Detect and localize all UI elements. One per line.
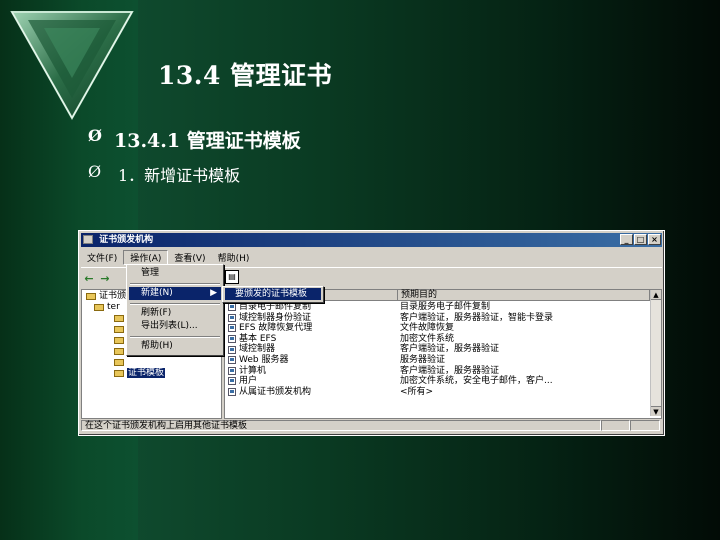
template-name: Web 服务器: [239, 354, 289, 365]
certificate-template-icon: [228, 356, 236, 365]
folder-icon: [114, 369, 124, 377]
template-purpose: 加密文件系统，安全电子邮件，客户...: [400, 376, 553, 387]
folder-icon: [114, 314, 124, 322]
template-name: 域控制器: [239, 344, 276, 355]
status-text: 在这个证书颁发机构上启用其他证书模板: [81, 420, 601, 431]
triangle-logo: [10, 11, 134, 121]
window-title: 证书颁发机构: [99, 235, 154, 245]
certificate-template-icon: [228, 388, 236, 397]
template-name: 基本 EFS: [239, 333, 277, 344]
forward-arrow-icon[interactable]: →: [97, 272, 113, 285]
tree-item-ca[interactable]: ter: [94, 302, 120, 312]
template-purpose: 客户端验证，服务器验证: [400, 344, 500, 355]
template-purpose: 服务器验证: [400, 354, 446, 365]
certificate-template-icon: [228, 324, 236, 333]
template-name: EFS 故障恢复代理: [239, 323, 313, 334]
template-list: 目录电子邮件复制 目录服务电子邮件复制 域控制器身份验证 客户端验证，服务器验证，智…: [225, 302, 651, 397]
template-name: 从属证书颁发机构: [239, 386, 312, 397]
folder-icon: [94, 303, 104, 311]
list-item[interactable]: EFS 故障恢复代理 文件故障恢复: [225, 323, 651, 334]
window-titlebar[interactable]: 证书颁发机构 _ □ ×: [81, 233, 662, 247]
list-item[interactable]: 用户 加密文件系统，安全电子邮件，客户...: [225, 376, 651, 387]
tree-item-cert-templates[interactable]: 证书模板: [114, 368, 166, 378]
list-item[interactable]: Web 服务器 服务器验证: [225, 355, 651, 366]
close-button[interactable]: ×: [648, 234, 661, 245]
submenu-item-template-to-issue[interactable]: 要颁发的证书模板: [225, 288, 321, 300]
details-pane: 名称 预期目的 目录电子邮件复制目录服务电子邮件复制 域控制器身份验证客户端验证…: [224, 289, 662, 419]
template-name: 域控制器身份验证: [239, 312, 312, 323]
column-header-purpose[interactable]: 预期目的: [398, 290, 650, 301]
bullet-arrow-icon: Ø: [88, 162, 102, 181]
list-item[interactable]: 从属证书颁发机构 <所有>: [225, 387, 651, 398]
list-item[interactable]: 域控制器身份验证 客户端验证，服务器验证，智能卡登录: [225, 313, 651, 324]
window-controls: _ □ ×: [620, 234, 661, 245]
back-arrow-icon[interactable]: ←: [81, 272, 97, 285]
folder-icon: [114, 347, 124, 355]
bullet-text: 13.4.1 管理证书模板: [114, 130, 301, 152]
menu-separator: [130, 283, 220, 285]
menu-item-label: 新建(N): [141, 288, 173, 298]
menu-item-manage[interactable]: 管理: [129, 267, 221, 280]
template-purpose: 客户端验证，服务器验证，智能卡登录: [400, 312, 554, 323]
certificate-template-icon: [228, 366, 236, 375]
menu-item-new[interactable]: 新建(N) ▶: [129, 287, 221, 300]
menu-item-help[interactable]: 帮助(H): [129, 340, 221, 353]
status-segment: [630, 420, 660, 431]
template-purpose: <所有>: [400, 386, 434, 397]
submenu-arrow-icon: ▶: [210, 288, 217, 298]
menu-view[interactable]: 查看(V): [168, 251, 211, 264]
menu-item-refresh[interactable]: 刷新(F): [129, 307, 221, 320]
list-item[interactable]: 计算机 客户端验证，服务器验证: [225, 366, 651, 377]
folder-icon: [114, 336, 124, 344]
menubar: 文件(F) 操作(A) 查看(V) 帮助(H): [81, 249, 662, 265]
menu-item-export-list[interactable]: 导出列表(L)...: [129, 320, 221, 333]
tree-item[interactable]: [114, 357, 127, 367]
menu-action[interactable]: 操作(A): [123, 249, 169, 265]
status-segment: [601, 420, 630, 431]
toolbar-button-icon[interactable]: ▤: [225, 270, 239, 284]
vertical-scrollbar[interactable]: ▲ ▼: [650, 290, 661, 416]
bullet-arrow-icon: Ø: [88, 126, 102, 145]
certificate-template-icon: [228, 345, 236, 354]
minimize-button[interactable]: _: [620, 234, 633, 245]
list-item[interactable]: 目录电子邮件复制 目录服务电子邮件复制: [225, 302, 651, 313]
menu-help[interactable]: 帮助(H): [212, 251, 256, 264]
template-name: 计算机: [239, 365, 267, 376]
scroll-up-icon[interactable]: ▲: [651, 290, 661, 300]
folder-icon: [114, 358, 124, 366]
menu-file[interactable]: 文件(F): [81, 251, 123, 264]
certificate-template-icon: [228, 335, 236, 344]
template-name: 目录电子邮件复制: [239, 302, 312, 312]
folder-icon: [114, 325, 124, 333]
scroll-down-icon[interactable]: ▼: [651, 406, 661, 416]
certificate-template-icon: [228, 377, 236, 386]
slide-title: 13.4 管理证书: [158, 61, 333, 90]
certificate-template-icon: [228, 313, 236, 322]
folder-icon: [86, 292, 96, 300]
template-purpose: 加密文件系统: [400, 333, 455, 344]
maximize-button[interactable]: □: [634, 234, 647, 245]
bullet-text: 1．新增证书模板: [118, 166, 241, 185]
template-purpose: 文件故障恢复: [400, 323, 455, 334]
statusbar: 在这个证书颁发机构上启用其他证书模板: [81, 420, 662, 433]
menu-separator: [130, 303, 220, 305]
template-purpose: 客户端验证，服务器验证: [400, 365, 500, 376]
tree-label: ter: [107, 302, 120, 312]
list-item[interactable]: 基本 EFS 加密文件系统: [225, 334, 651, 345]
menu-separator: [130, 336, 220, 338]
tree-label: 证书模板: [127, 368, 166, 378]
template-name: 用户: [239, 376, 258, 387]
app-icon: [83, 235, 93, 244]
list-item[interactable]: 域控制器 客户端验证，服务器验证: [225, 344, 651, 355]
certificate-template-icon: [228, 303, 236, 312]
action-context-menu: 管理 新建(N) ▶ 刷新(F) 导出列表(L)... 帮助(H): [126, 264, 224, 356]
new-submenu: 要颁发的证书模板: [222, 286, 324, 303]
template-purpose: 目录服务电子邮件复制: [400, 302, 491, 312]
